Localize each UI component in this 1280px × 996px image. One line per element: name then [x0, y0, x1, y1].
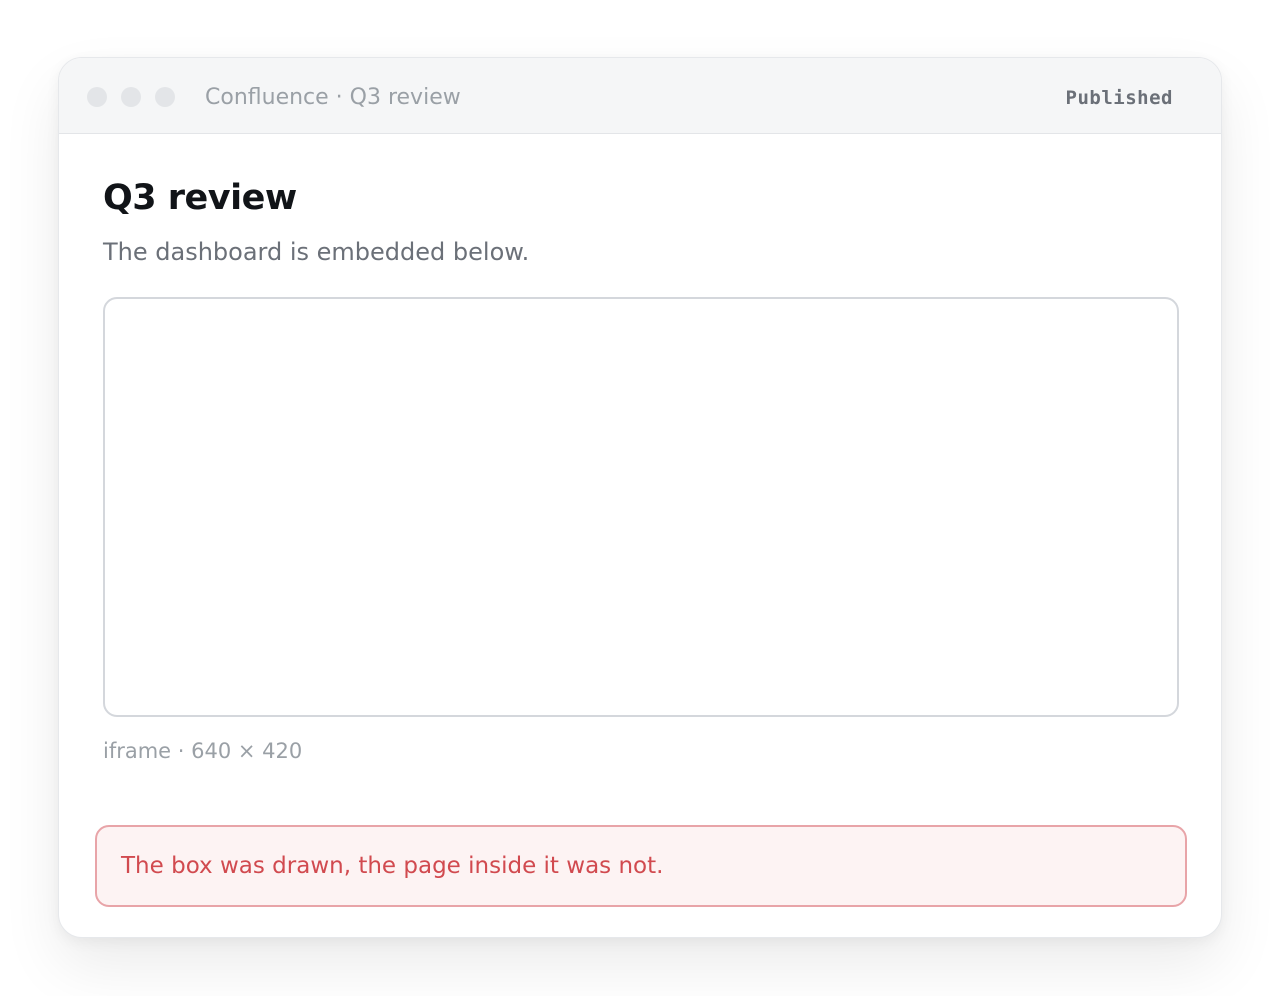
error-banner: The box was drawn, the page inside it wa…	[95, 825, 1187, 907]
page-title: Q3 review	[103, 178, 297, 218]
window-close-dot[interactable]	[87, 87, 107, 107]
embedded-iframe-placeholder[interactable]	[103, 297, 1179, 717]
status-badge: Published	[1065, 87, 1173, 109]
iframe-caption: iframe · 640 × 420	[103, 739, 303, 763]
page-subtitle: The dashboard is embedded below.	[103, 238, 530, 266]
error-message: The box was drawn, the page inside it wa…	[121, 853, 664, 879]
window-minimize-dot[interactable]	[121, 87, 141, 107]
window-maximize-dot[interactable]	[155, 87, 175, 107]
app-window: Confluence · Q3 review Published Q3 revi…	[58, 57, 1222, 938]
window-titlebar: Confluence · Q3 review Published	[59, 58, 1221, 134]
window-title: Confluence · Q3 review	[205, 85, 461, 110]
